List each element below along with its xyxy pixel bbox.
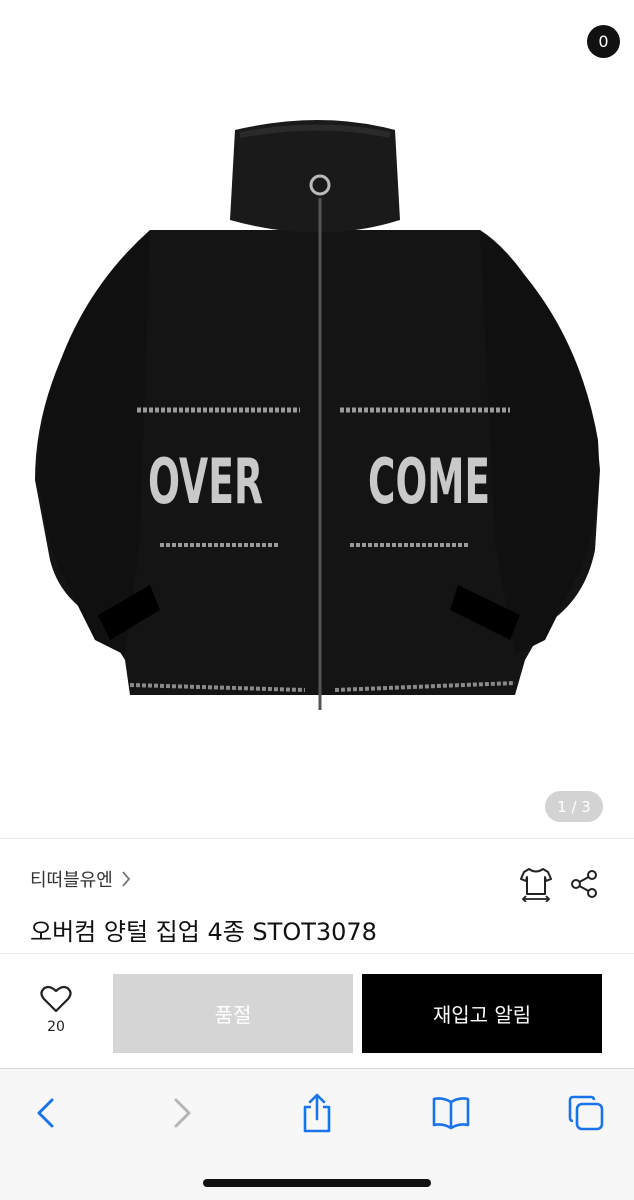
product-image-gallery[interactable]: OVER COME 1 / 3 — [0, 0, 634, 838]
brand-name: 티떠블유엔 — [30, 870, 113, 891]
divider — [0, 838, 634, 839]
home-icon[interactable] — [440, 12, 480, 52]
chevron-right-icon — [121, 870, 131, 888]
brand-link[interactable]: 티떠블유엔 — [30, 866, 131, 892]
like-button[interactable]: 20 — [28, 985, 84, 1035]
size-guide-icon[interactable] — [516, 864, 556, 904]
forward-icon — [161, 1091, 205, 1135]
product-title: 오버컴 양털 집업 4종 STOT3078 — [30, 918, 377, 946]
share-icon[interactable] — [564, 864, 604, 904]
jacket-print-left: OVER — [148, 445, 263, 518]
image-page-indicator: 1 / 3 — [545, 791, 603, 822]
cart-count-badge: 0 — [587, 25, 620, 58]
heart-icon — [40, 985, 72, 1013]
product-image: OVER COME — [35, 120, 600, 710]
soldout-button[interactable]: 품절 — [113, 974, 353, 1053]
back-icon[interactable] — [23, 1091, 67, 1135]
home-indicator — [203, 1179, 431, 1187]
share-icon[interactable] — [295, 1091, 339, 1135]
jacket-print-right: COME — [368, 445, 490, 518]
restock-alert-button[interactable]: 재입고 알림 — [362, 974, 602, 1053]
like-count: 20 — [47, 1019, 65, 1035]
tabs-icon[interactable] — [564, 1091, 608, 1135]
bookmarks-icon[interactable] — [429, 1091, 473, 1135]
divider — [0, 953, 634, 954]
top-navigation: 0 — [0, 0, 634, 70]
back-arrow-icon[interactable] — [26, 12, 66, 52]
search-icon[interactable] — [502, 12, 542, 52]
